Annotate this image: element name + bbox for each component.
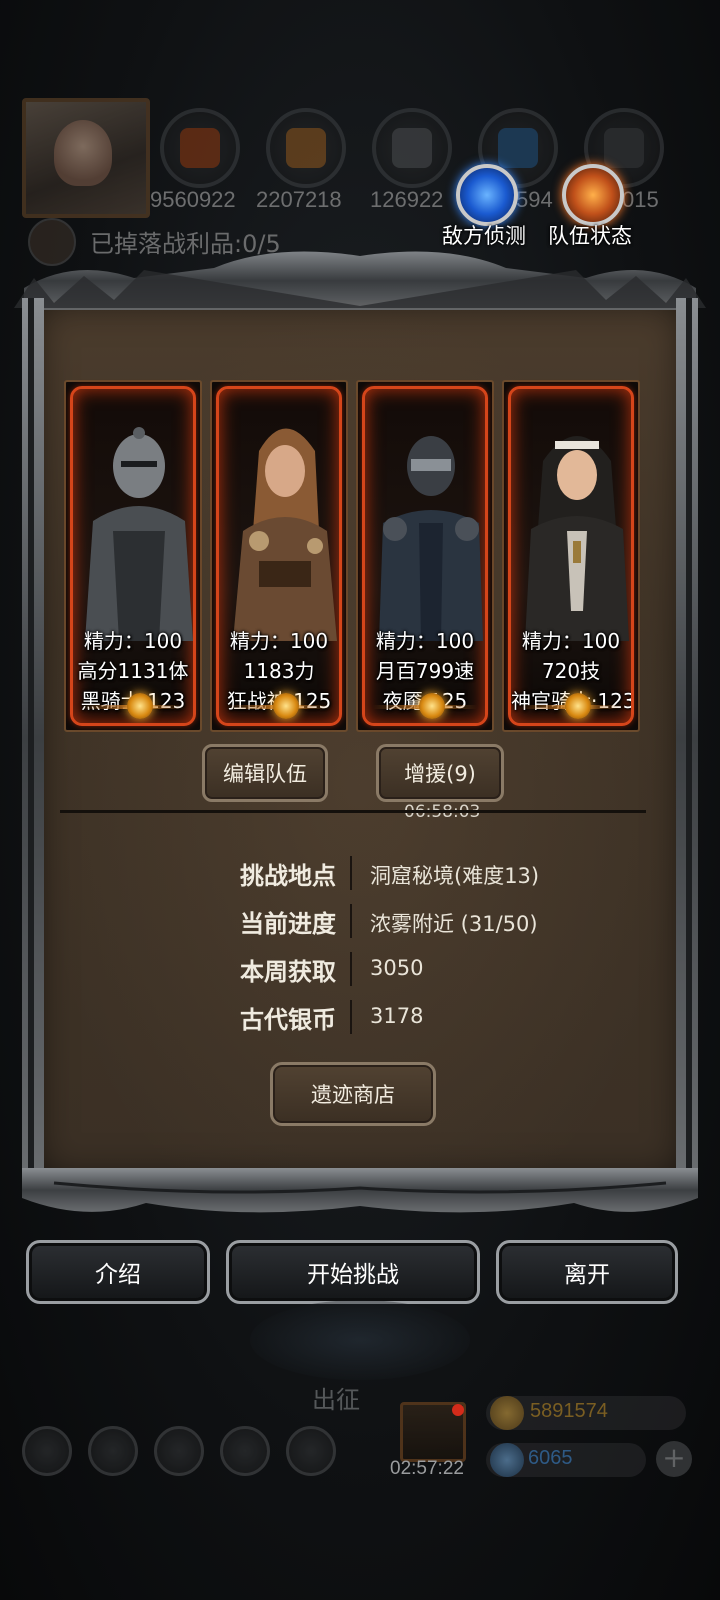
info-key-coins: 古代银币	[240, 1006, 336, 1034]
wood-count: 2207218	[256, 187, 342, 212]
info-separator	[350, 904, 352, 938]
meat-icon	[160, 108, 240, 188]
hero-stat: 月百799速	[375, 659, 475, 683]
gem-icon	[490, 1443, 524, 1477]
gem-amount: 6065	[528, 1447, 573, 1469]
mail-icon[interactable]	[220, 1426, 270, 1476]
hero-card-1[interactable]: 精力：100 高分1131体 黑骑士·123	[64, 380, 202, 732]
notification-dot	[452, 1404, 464, 1416]
team-status-icon[interactable]	[562, 164, 624, 226]
player-avatar[interactable]	[22, 98, 150, 218]
meat-count: 9560922	[150, 187, 236, 212]
berserker-icon	[233, 428, 337, 641]
gift-timer: 02:57:22	[390, 1458, 464, 1479]
gold-icon	[490, 1396, 524, 1430]
team-status-label[interactable]: 队伍状态	[548, 220, 632, 250]
stone-count: 126922	[370, 187, 444, 212]
hero-energy: 精力：100	[521, 629, 621, 653]
iron-count: 015	[622, 187, 659, 212]
info-key-progress: 当前进度	[240, 910, 336, 938]
reinforce-button[interactable]: 增援(9)	[376, 744, 504, 802]
hero-stat: 720技	[541, 659, 601, 683]
leave-button[interactable]: 离开	[496, 1240, 678, 1304]
chat-icon[interactable]	[286, 1426, 336, 1476]
hero-energy: 精力：100	[375, 629, 475, 653]
hero-energy: 精力：100	[83, 629, 183, 653]
hero-energy: 精力：100	[229, 629, 329, 653]
info-value-coins: 3178	[370, 1004, 424, 1028]
rank-gem-icon	[127, 693, 153, 719]
info-value-weekly: 3050	[370, 956, 424, 980]
info-separator	[350, 1000, 352, 1034]
info-separator	[350, 856, 352, 890]
hero-stat: 1183力	[243, 659, 315, 683]
wood-icon	[266, 108, 346, 188]
crystal-count: 594	[516, 187, 553, 212]
info-value-location: 洞窟秘境(难度13)	[370, 864, 540, 888]
stone-icon	[372, 108, 452, 188]
edit-team-button[interactable]: 编辑队伍	[202, 744, 328, 802]
info-value-progress: 浓雾附近 (31/50)	[370, 912, 538, 936]
enemy-scout-icon[interactable]	[456, 164, 518, 226]
info-separator	[350, 952, 352, 986]
section-divider	[60, 810, 646, 813]
relic-shop-button[interactable]: 遗迹商店	[270, 1062, 436, 1126]
priest-knight-icon	[525, 436, 629, 641]
depart-label: 出征	[312, 1386, 360, 1414]
hero-card-3[interactable]: 精力：100 月百799速 夜魇·125	[356, 380, 494, 732]
star-badge-icon[interactable]	[88, 1426, 138, 1476]
start-challenge-button[interactable]: 开始挑战	[226, 1240, 480, 1304]
expedition-crest	[250, 1300, 470, 1380]
rank-gem-icon	[419, 693, 445, 719]
settings-icon[interactable]	[22, 1426, 72, 1476]
rank-gem-icon	[565, 693, 591, 719]
info-key-location: 挑战地点	[240, 862, 336, 890]
info-key-weekly: 本周获取	[240, 958, 336, 986]
shield-icon[interactable]	[154, 1426, 204, 1476]
hero-card-4[interactable]: 精力：100 720技 神官骑士·123	[502, 380, 640, 732]
rank-gem-icon	[273, 693, 299, 719]
gold-amount: 5891574	[530, 1400, 608, 1422]
add-currency-icon[interactable]: +	[656, 1441, 692, 1477]
intro-button[interactable]: 介绍	[26, 1240, 210, 1304]
hero-stat: 高分1131体	[77, 659, 189, 683]
hero-card-2[interactable]: 精力：100 1183力 狂战神·125	[210, 380, 348, 732]
night-assassin-icon	[379, 436, 483, 641]
dark-knight-icon	[85, 427, 193, 641]
enemy-scout-label[interactable]: 敌方侦测	[442, 220, 526, 250]
